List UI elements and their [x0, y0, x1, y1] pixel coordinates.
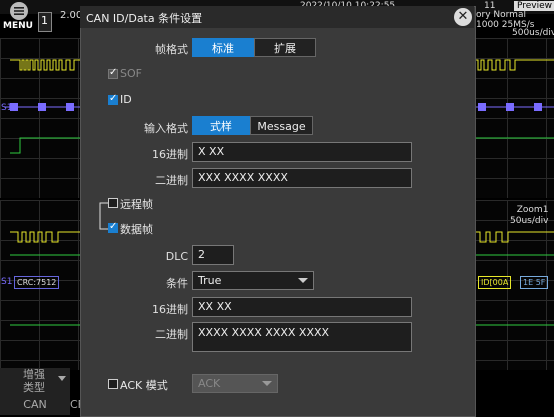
dlc-field[interactable]: 2	[192, 245, 234, 265]
chevron-down-icon	[58, 376, 66, 381]
timebase-status: 500us/div	[512, 28, 554, 38]
data-hex-field[interactable]: XX XX	[192, 297, 412, 317]
id-checkbox[interactable]	[108, 93, 118, 105]
remote-frame-label: 远程帧	[120, 198, 153, 211]
dialog-title: CAN ID/Data 条件设置	[86, 12, 203, 25]
zoom-status: Zoom1 50us/div	[510, 205, 549, 226]
input-format-message[interactable]: Message	[250, 116, 313, 135]
condition-dropdown[interactable]: True	[192, 271, 314, 290]
data-hex-label: 16进制	[152, 303, 188, 316]
chevron-down-icon	[262, 381, 272, 386]
data-bin-field[interactable]: XXXX XXXX XXXX XXXX	[192, 322, 412, 352]
id-hex-field[interactable]: X XX	[192, 142, 412, 162]
serial-bus-zoom-label: S1	[1, 277, 13, 287]
frame-format-extended[interactable]: 扩展	[254, 38, 316, 57]
condition-label: 条件	[166, 277, 188, 290]
dlc-label: DLC	[165, 250, 188, 263]
close-button[interactable]: ✕	[454, 8, 472, 26]
ack-mode-label: ACK 模式	[120, 379, 168, 392]
condition-value: True	[198, 274, 222, 287]
channel-number: 1	[41, 14, 48, 27]
sof-checkbox	[108, 67, 118, 79]
data-frame-checkbox[interactable]	[108, 221, 118, 233]
id-decode-box: ID[00A	[478, 276, 512, 289]
close-icon: ✕	[457, 9, 469, 24]
can-softkey[interactable]: CAN	[5, 398, 65, 411]
input-format-label: 输入格式	[144, 122, 188, 135]
sof-label: SOF	[120, 67, 142, 80]
data-decode-box: 1E 5F	[520, 276, 549, 289]
frame-format-label: 帧格式	[155, 43, 188, 56]
frame-format-standard[interactable]: 标准	[192, 38, 254, 57]
id-label: ID	[120, 93, 132, 106]
id-hex-label: 16进制	[152, 148, 188, 161]
data-bin-label: 二进制	[155, 328, 188, 341]
crc-decode-box: CRC:7512	[14, 276, 60, 289]
id-bin-field[interactable]: XXX XXXX XXXX	[192, 168, 412, 188]
acq-mode-status: ory Normal 1000 25MS/s	[476, 10, 535, 30]
input-format-pattern[interactable]: 式样	[192, 116, 250, 135]
chevron-down-icon	[298, 278, 308, 283]
remote-frame-checkbox[interactable]	[108, 198, 118, 208]
data-frame-label: 数据帧	[120, 223, 153, 236]
serial-bus-label: S1	[1, 103, 13, 113]
channel-scale: 2.00	[60, 10, 83, 21]
menu-button[interactable]: MENU	[2, 2, 34, 32]
enhance-type-softkey[interactable]: 增强 类型	[14, 368, 54, 394]
ack-checkbox[interactable]	[108, 379, 118, 389]
id-bin-label: 二进制	[155, 174, 188, 187]
hamburger-icon	[14, 7, 24, 15]
ack-value: ACK	[198, 377, 221, 390]
menu-label: MENU	[3, 21, 33, 31]
